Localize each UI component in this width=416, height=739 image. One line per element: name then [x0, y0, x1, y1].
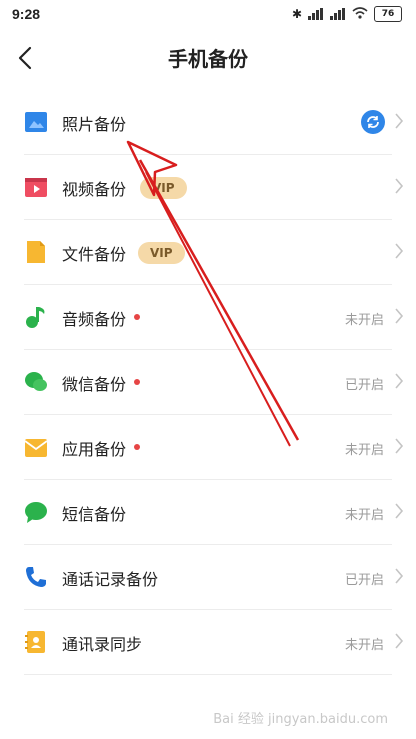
status-text: 未开启: [344, 638, 384, 653]
signal-icon: [308, 8, 324, 20]
photo-icon: [25, 112, 47, 132]
status-text: 未开启: [344, 508, 384, 523]
chevron-right-icon: [395, 308, 404, 324]
list-item-label: 照片备份: [62, 115, 127, 134]
chevron-right-icon: [395, 243, 404, 259]
phone-icon: [26, 567, 46, 587]
status-text: 已开启: [344, 378, 384, 393]
navigation-bar: 手机备份: [0, 30, 416, 86]
list-item-label: 视频备份: [62, 180, 127, 199]
list-item-call-log-backup[interactable]: 通话记录备份 已开启: [0, 545, 416, 610]
list-item-wechat-backup[interactable]: 微信备份 已开启: [0, 350, 416, 415]
new-indicator-dot: [134, 314, 140, 320]
list-item-audio-backup[interactable]: 音频备份 未开启: [0, 285, 416, 350]
chevron-right-icon: [395, 438, 404, 454]
status-text: 已开启: [344, 573, 384, 588]
music-note-icon: [26, 307, 45, 328]
watermark: Bai 经验 jingyan.baidu.com: [213, 712, 388, 727]
sync-icon[interactable]: [361, 110, 385, 134]
list-item-photo-backup[interactable]: 照片备份: [0, 90, 416, 155]
list-item-label: 通话记录备份: [62, 570, 159, 589]
status-text: 未开启: [344, 313, 384, 328]
list-item-video-backup[interactable]: 视频备份 VIP: [0, 155, 416, 220]
new-indicator-dot: [134, 444, 140, 450]
contacts-book-icon: [25, 631, 45, 653]
chevron-right-icon: [395, 113, 404, 129]
page-title: 手机备份: [168, 47, 248, 71]
chevron-right-icon: [395, 373, 404, 389]
bluetooth-icon: ✱: [291, 7, 302, 21]
status-icons: ✱ 76: [292, 6, 402, 22]
chevron-right-icon: [395, 568, 404, 584]
signal-icon: [330, 8, 346, 20]
sms-bubble-icon: [25, 502, 47, 523]
list-item-label: 音频备份: [62, 310, 127, 329]
divider: [24, 674, 392, 675]
list-item-label: 短信备份: [62, 505, 127, 524]
wifi-icon: [352, 6, 368, 22]
vip-badge: VIP: [138, 242, 185, 264]
chevron-right-icon: [395, 503, 404, 519]
list-item-contacts-sync[interactable]: 通讯录同步 未开启: [0, 610, 416, 675]
list-item-label: 文件备份: [62, 245, 127, 264]
status-bar: 9:28 ✱ 76: [0, 0, 416, 30]
list-item-label: 通讯录同步: [62, 635, 143, 654]
list-item-file-backup[interactable]: 文件备份 VIP: [0, 220, 416, 285]
vip-badge: VIP: [140, 177, 187, 199]
list-item-sms-backup[interactable]: 短信备份 未开启: [0, 480, 416, 545]
video-icon: [25, 178, 47, 197]
new-indicator-dot: [134, 379, 140, 385]
list-item-app-backup[interactable]: 应用备份 未开启: [0, 415, 416, 480]
app-box-icon: [24, 439, 48, 457]
file-icon: [27, 241, 45, 263]
chevron-right-icon: [395, 178, 404, 194]
chevron-right-icon: [395, 633, 404, 649]
status-time: 9:28: [12, 6, 41, 22]
status-text: 未开启: [344, 443, 384, 458]
list-item-label: 微信备份: [62, 375, 127, 394]
list-item-label: 应用备份: [62, 440, 127, 459]
battery-icon: 76: [374, 6, 402, 22]
wechat-icon: [25, 372, 47, 391]
